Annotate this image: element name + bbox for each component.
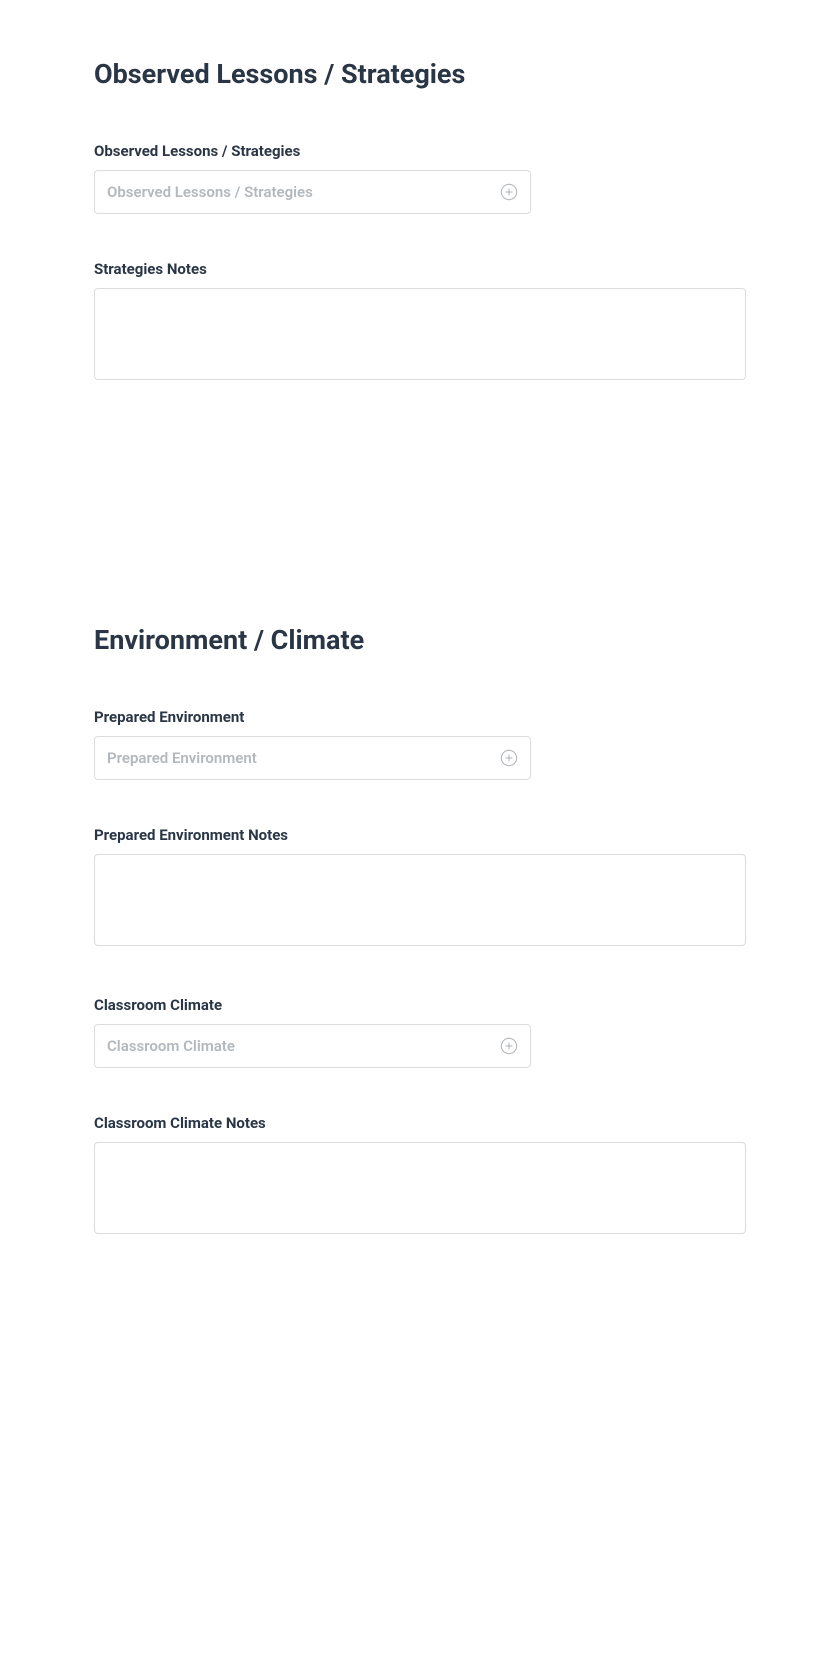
label-observed-lessons-strategies: Observed Lessons / Strategies <box>94 142 746 160</box>
section-heading-environment: Environment / Climate <box>94 624 746 656</box>
field-classroom-climate: Classroom Climate Classroom Climate <box>94 996 746 1068</box>
label-strategies-notes: Strategies Notes <box>94 260 746 278</box>
select-classroom-climate[interactable]: Classroom Climate <box>94 1024 531 1068</box>
select-placeholder-classroom-climate: Classroom Climate <box>107 1037 235 1055</box>
select-observed-lessons-strategies[interactable]: Observed Lessons / Strategies <box>94 170 531 214</box>
label-classroom-climate-notes: Classroom Climate Notes <box>94 1114 746 1132</box>
plus-circle-icon <box>500 749 518 767</box>
select-placeholder-prepared-env: Prepared Environment <box>107 749 257 767</box>
section-environment-climate: Environment / Climate Prepared Environme… <box>94 624 746 1238</box>
plus-circle-icon <box>500 183 518 201</box>
label-prepared-environment-notes: Prepared Environment Notes <box>94 826 746 844</box>
textarea-prepared-environment-notes[interactable] <box>94 854 746 946</box>
field-strategies-notes: Strategies Notes <box>94 260 746 384</box>
section-observed-lessons: Observed Lessons / Strategies Observed L… <box>94 58 746 384</box>
textarea-strategies-notes[interactable] <box>94 288 746 380</box>
field-observed-lessons-strategies: Observed Lessons / Strategies Observed L… <box>94 142 746 214</box>
select-prepared-environment[interactable]: Prepared Environment <box>94 736 531 780</box>
label-classroom-climate: Classroom Climate <box>94 996 746 1014</box>
field-prepared-environment-notes: Prepared Environment Notes <box>94 826 746 950</box>
field-classroom-climate-notes: Classroom Climate Notes <box>94 1114 746 1238</box>
section-heading-observed: Observed Lessons / Strategies <box>94 58 746 90</box>
plus-circle-icon <box>500 1037 518 1055</box>
select-placeholder-observed: Observed Lessons / Strategies <box>107 183 313 201</box>
label-prepared-environment: Prepared Environment <box>94 708 746 726</box>
textarea-classroom-climate-notes[interactable] <box>94 1142 746 1234</box>
field-prepared-environment: Prepared Environment Prepared Environmen… <box>94 708 746 780</box>
